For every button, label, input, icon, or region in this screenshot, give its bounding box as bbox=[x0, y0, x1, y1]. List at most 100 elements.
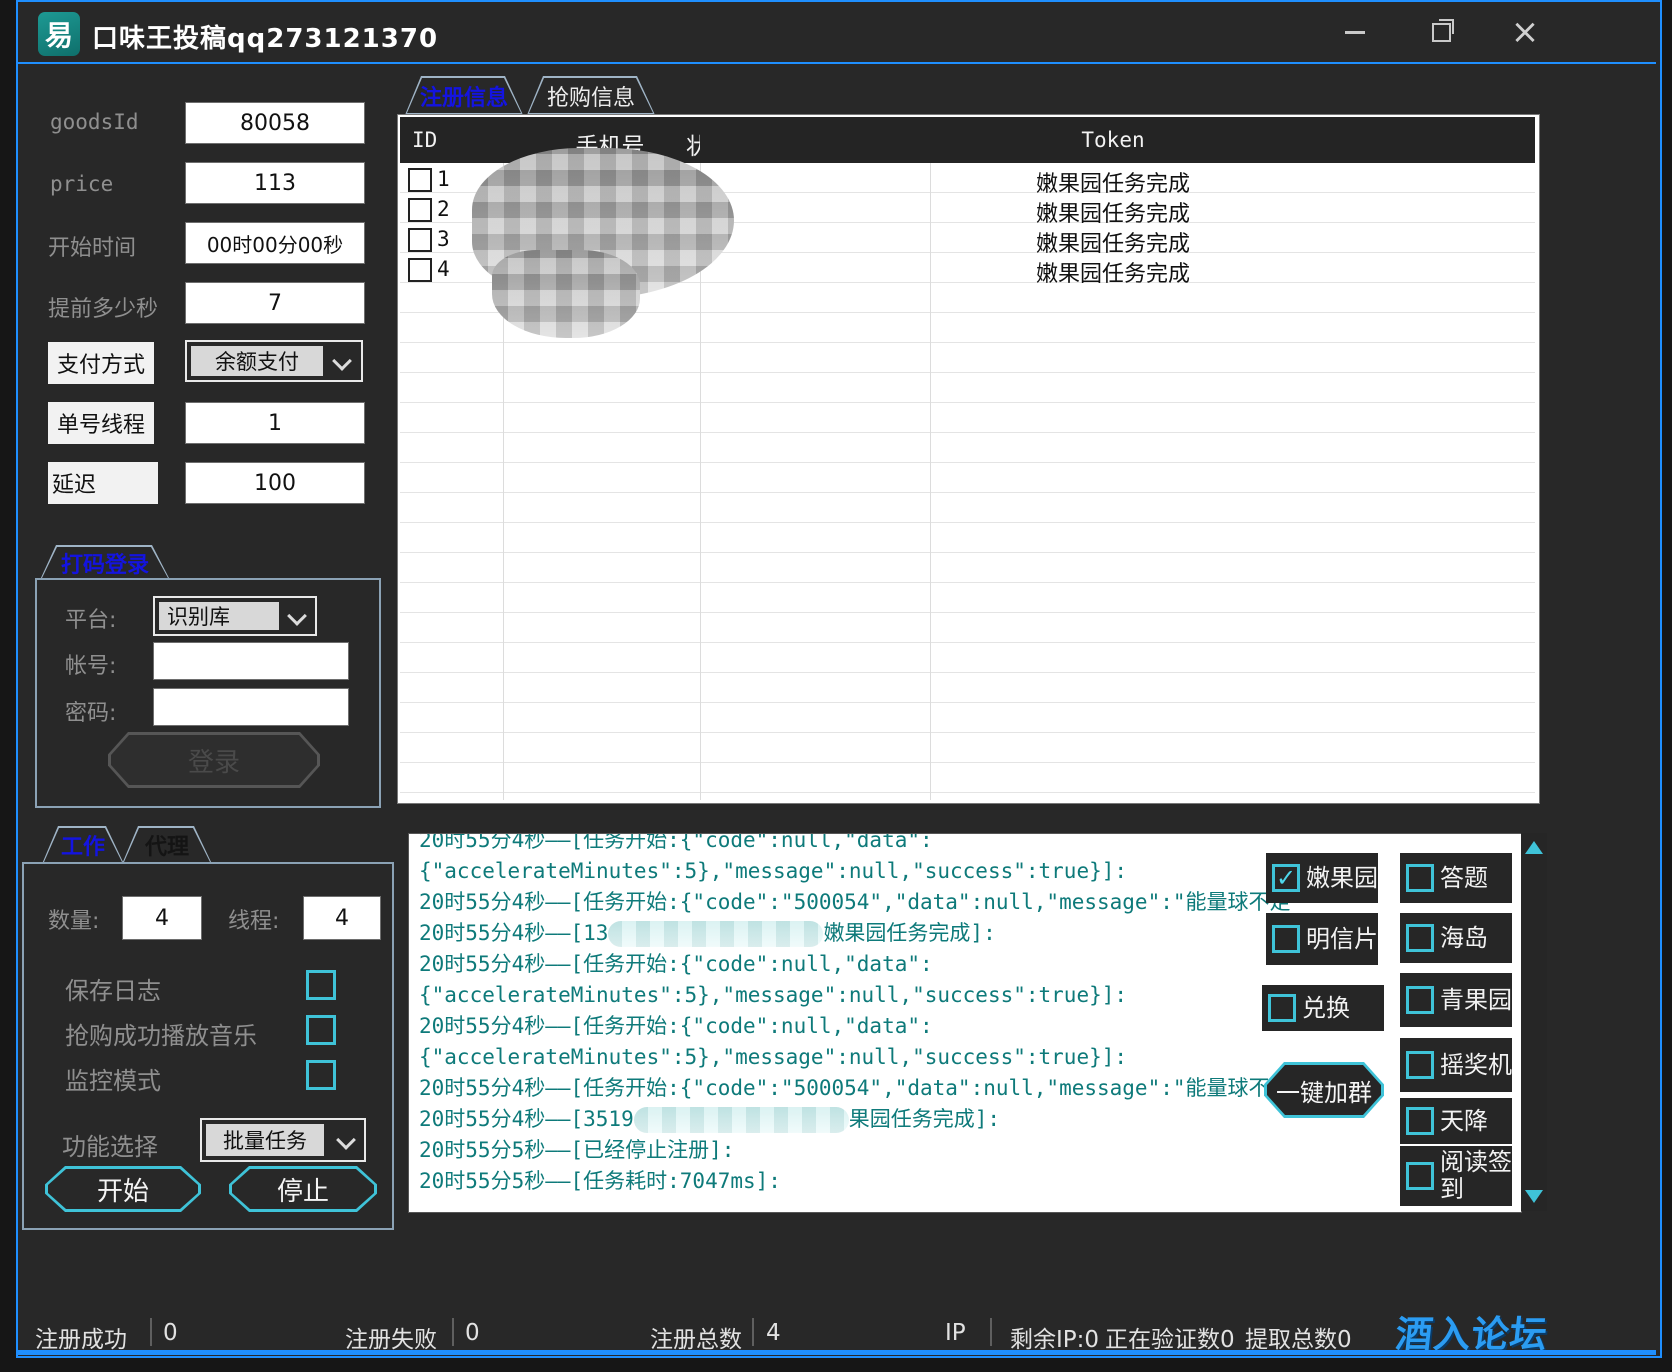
password-input[interactable] bbox=[153, 688, 349, 726]
delay-label: 延迟 bbox=[48, 462, 158, 504]
tianjiang-checkbox[interactable] bbox=[1406, 1107, 1434, 1135]
status-total-label: 注册总数 bbox=[650, 1320, 742, 1354]
col-id: ID bbox=[412, 128, 437, 152]
password-label: 密码: bbox=[65, 695, 116, 727]
row-checkbox[interactable] bbox=[408, 168, 432, 192]
scroll-up-icon[interactable] bbox=[1525, 841, 1543, 854]
tab-purchase-info[interactable]: 抢购信息 bbox=[527, 76, 655, 115]
tab-captcha-login-label: 打码登录 bbox=[42, 547, 168, 578]
tab-register-info[interactable]: 注册信息 bbox=[405, 76, 523, 115]
maximize-icon bbox=[1432, 23, 1451, 42]
stop-button[interactable]: 停止 bbox=[229, 1166, 377, 1212]
thread-label: 线程: bbox=[228, 903, 279, 935]
log-censor bbox=[634, 1107, 849, 1133]
col-partial: 状 bbox=[686, 127, 700, 161]
row-checkbox[interactable] bbox=[408, 198, 432, 222]
option-label: 青果园 bbox=[1440, 987, 1512, 1013]
status-total-value: 4 bbox=[766, 1320, 781, 1346]
login-button-label: 登录 bbox=[188, 742, 240, 779]
haidao-checkbox[interactable] bbox=[1406, 924, 1434, 952]
delay-input[interactable]: 100 bbox=[185, 462, 365, 504]
platform-select[interactable]: 识别库 bbox=[153, 596, 317, 636]
col-token: Token bbox=[963, 128, 1263, 152]
status-success-value: 0 bbox=[163, 1320, 178, 1346]
price-input[interactable]: 113 bbox=[185, 162, 365, 204]
start-button[interactable]: 开始 bbox=[45, 1166, 201, 1212]
quantity-input[interactable]: 4 bbox=[122, 896, 202, 940]
row-checkbox[interactable] bbox=[408, 258, 432, 282]
option-yaojiangji[interactable]: 摇奖机 bbox=[1400, 1038, 1512, 1092]
qingguoyuan-checkbox[interactable] bbox=[1406, 986, 1434, 1014]
log-scrollbar[interactable] bbox=[1521, 833, 1547, 1211]
start-button-label: 开始 bbox=[97, 1171, 149, 1208]
stop-button-label: 停止 bbox=[277, 1171, 329, 1208]
status-verifying: 正在验证数0 bbox=[1105, 1320, 1235, 1354]
platform-value: 识别库 bbox=[159, 602, 279, 630]
function-select[interactable]: 批量任务 bbox=[200, 1118, 366, 1162]
single-thread-input[interactable]: 1 bbox=[185, 402, 365, 444]
option-mingxinpian[interactable]: 明信片 bbox=[1266, 913, 1378, 965]
option-haidao[interactable]: 海岛 bbox=[1400, 913, 1512, 963]
duihuan-checkbox[interactable] bbox=[1268, 994, 1296, 1022]
mingxinpian-checkbox[interactable] bbox=[1272, 925, 1300, 953]
dati-checkbox[interactable] bbox=[1406, 864, 1434, 892]
single-thread-label: 单号线程 bbox=[48, 402, 154, 444]
tab-purchase-info-label: 抢购信息 bbox=[529, 78, 653, 113]
function-select-label: 功能选择 bbox=[62, 1127, 158, 1162]
play-music-checkbox[interactable] bbox=[306, 1015, 336, 1045]
start-time-input[interactable]: 00时00分00秒 bbox=[185, 222, 365, 264]
option-label: 答题 bbox=[1440, 865, 1488, 891]
yaojiangji-checkbox[interactable] bbox=[1406, 1051, 1434, 1079]
price-label: price bbox=[50, 172, 113, 196]
option-nenguoyuan[interactable]: ✓ 嫩果园 bbox=[1266, 853, 1378, 903]
app-logo-icon: 易 bbox=[38, 12, 80, 56]
thread-input[interactable]: 4 bbox=[303, 896, 381, 940]
option-dati[interactable]: 答题 bbox=[1400, 853, 1512, 903]
function-select-value: 批量任务 bbox=[206, 1124, 324, 1156]
option-label: 明信片 bbox=[1306, 926, 1378, 952]
monitor-mode-checkbox[interactable] bbox=[306, 1060, 336, 1090]
login-button[interactable]: 登录 bbox=[108, 732, 320, 788]
option-tianjiang[interactable]: 天降 bbox=[1400, 1098, 1512, 1144]
scroll-down-icon[interactable] bbox=[1525, 1190, 1543, 1203]
quantity-label: 数量: bbox=[48, 903, 99, 935]
row-checkbox[interactable] bbox=[408, 228, 432, 252]
goods-id-input[interactable]: 80058 bbox=[185, 102, 365, 144]
status-extract-total: 提取总数0 bbox=[1245, 1320, 1352, 1354]
maximize-button[interactable] bbox=[1414, 14, 1468, 50]
row-token: 嫩果园任务完成 bbox=[963, 256, 1263, 288]
option-duihuan[interactable]: 兑换 bbox=[1262, 985, 1384, 1031]
titlebar-divider bbox=[18, 62, 1656, 64]
advance-seconds-input[interactable]: 7 bbox=[185, 282, 365, 324]
monitor-mode-label: 监控模式 bbox=[65, 1061, 161, 1096]
tab-captcha-login[interactable]: 打码登录 bbox=[40, 545, 170, 580]
option-label: 摇奖机 bbox=[1440, 1052, 1512, 1078]
row-token: 嫩果园任务完成 bbox=[963, 166, 1263, 198]
row-token: 嫩果园任务完成 bbox=[963, 196, 1263, 228]
status-fail-value: 0 bbox=[465, 1320, 480, 1346]
yuedu-qiandao-checkbox[interactable] bbox=[1406, 1162, 1434, 1190]
window-title: 口味王投稿qq273121370 bbox=[92, 18, 438, 55]
option-qingguoyuan[interactable]: 青果园 bbox=[1400, 973, 1512, 1027]
status-ip-label: IP bbox=[945, 1320, 966, 1346]
log-censor bbox=[608, 921, 823, 947]
status-remaining-ip: 剩余IP:0 bbox=[1010, 1320, 1099, 1354]
platform-label: 平台: bbox=[65, 602, 116, 634]
account-label: 帐号: bbox=[65, 648, 116, 680]
join-group-button[interactable]: 一键加群 bbox=[1264, 1062, 1384, 1118]
pay-method-label: 支付方式 bbox=[48, 342, 154, 384]
close-icon: × bbox=[1511, 15, 1540, 49]
advance-seconds-label: 提前多少秒 bbox=[48, 291, 158, 323]
row-id: 3 bbox=[437, 227, 450, 251]
option-yuedu-qiandao[interactable]: 阅读签到 bbox=[1400, 1146, 1512, 1206]
minimize-button[interactable] bbox=[1328, 14, 1382, 50]
account-input[interactable] bbox=[153, 642, 349, 680]
chevron-down-icon bbox=[287, 606, 307, 626]
close-button[interactable]: × bbox=[1498, 14, 1552, 50]
pay-method-select[interactable]: 余额支付 bbox=[185, 340, 363, 382]
nenguoyuan-checkbox[interactable]: ✓ bbox=[1272, 864, 1300, 892]
minimize-icon bbox=[1345, 31, 1365, 34]
window-bottom-border bbox=[18, 1350, 1656, 1355]
goods-id-label: goodsId bbox=[50, 110, 139, 134]
save-log-checkbox[interactable] bbox=[306, 970, 336, 1000]
